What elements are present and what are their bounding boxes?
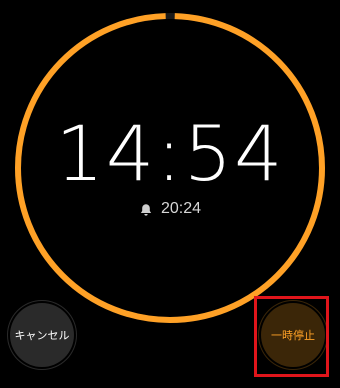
pause-button-label: 一時停止 — [271, 329, 315, 342]
end-time-label: 20:24 — [160, 200, 202, 217]
cancel-button-label: キャンセル — [14, 329, 70, 342]
bell-icon — [139, 202, 153, 216]
pause-button[interactable]: 一時停止 — [261, 303, 325, 367]
cancel-button[interactable]: キャンセル — [10, 303, 74, 367]
time-remaining: 14:54 — [55, 109, 285, 198]
end-time-row: 20:24 — [0, 198, 340, 220]
